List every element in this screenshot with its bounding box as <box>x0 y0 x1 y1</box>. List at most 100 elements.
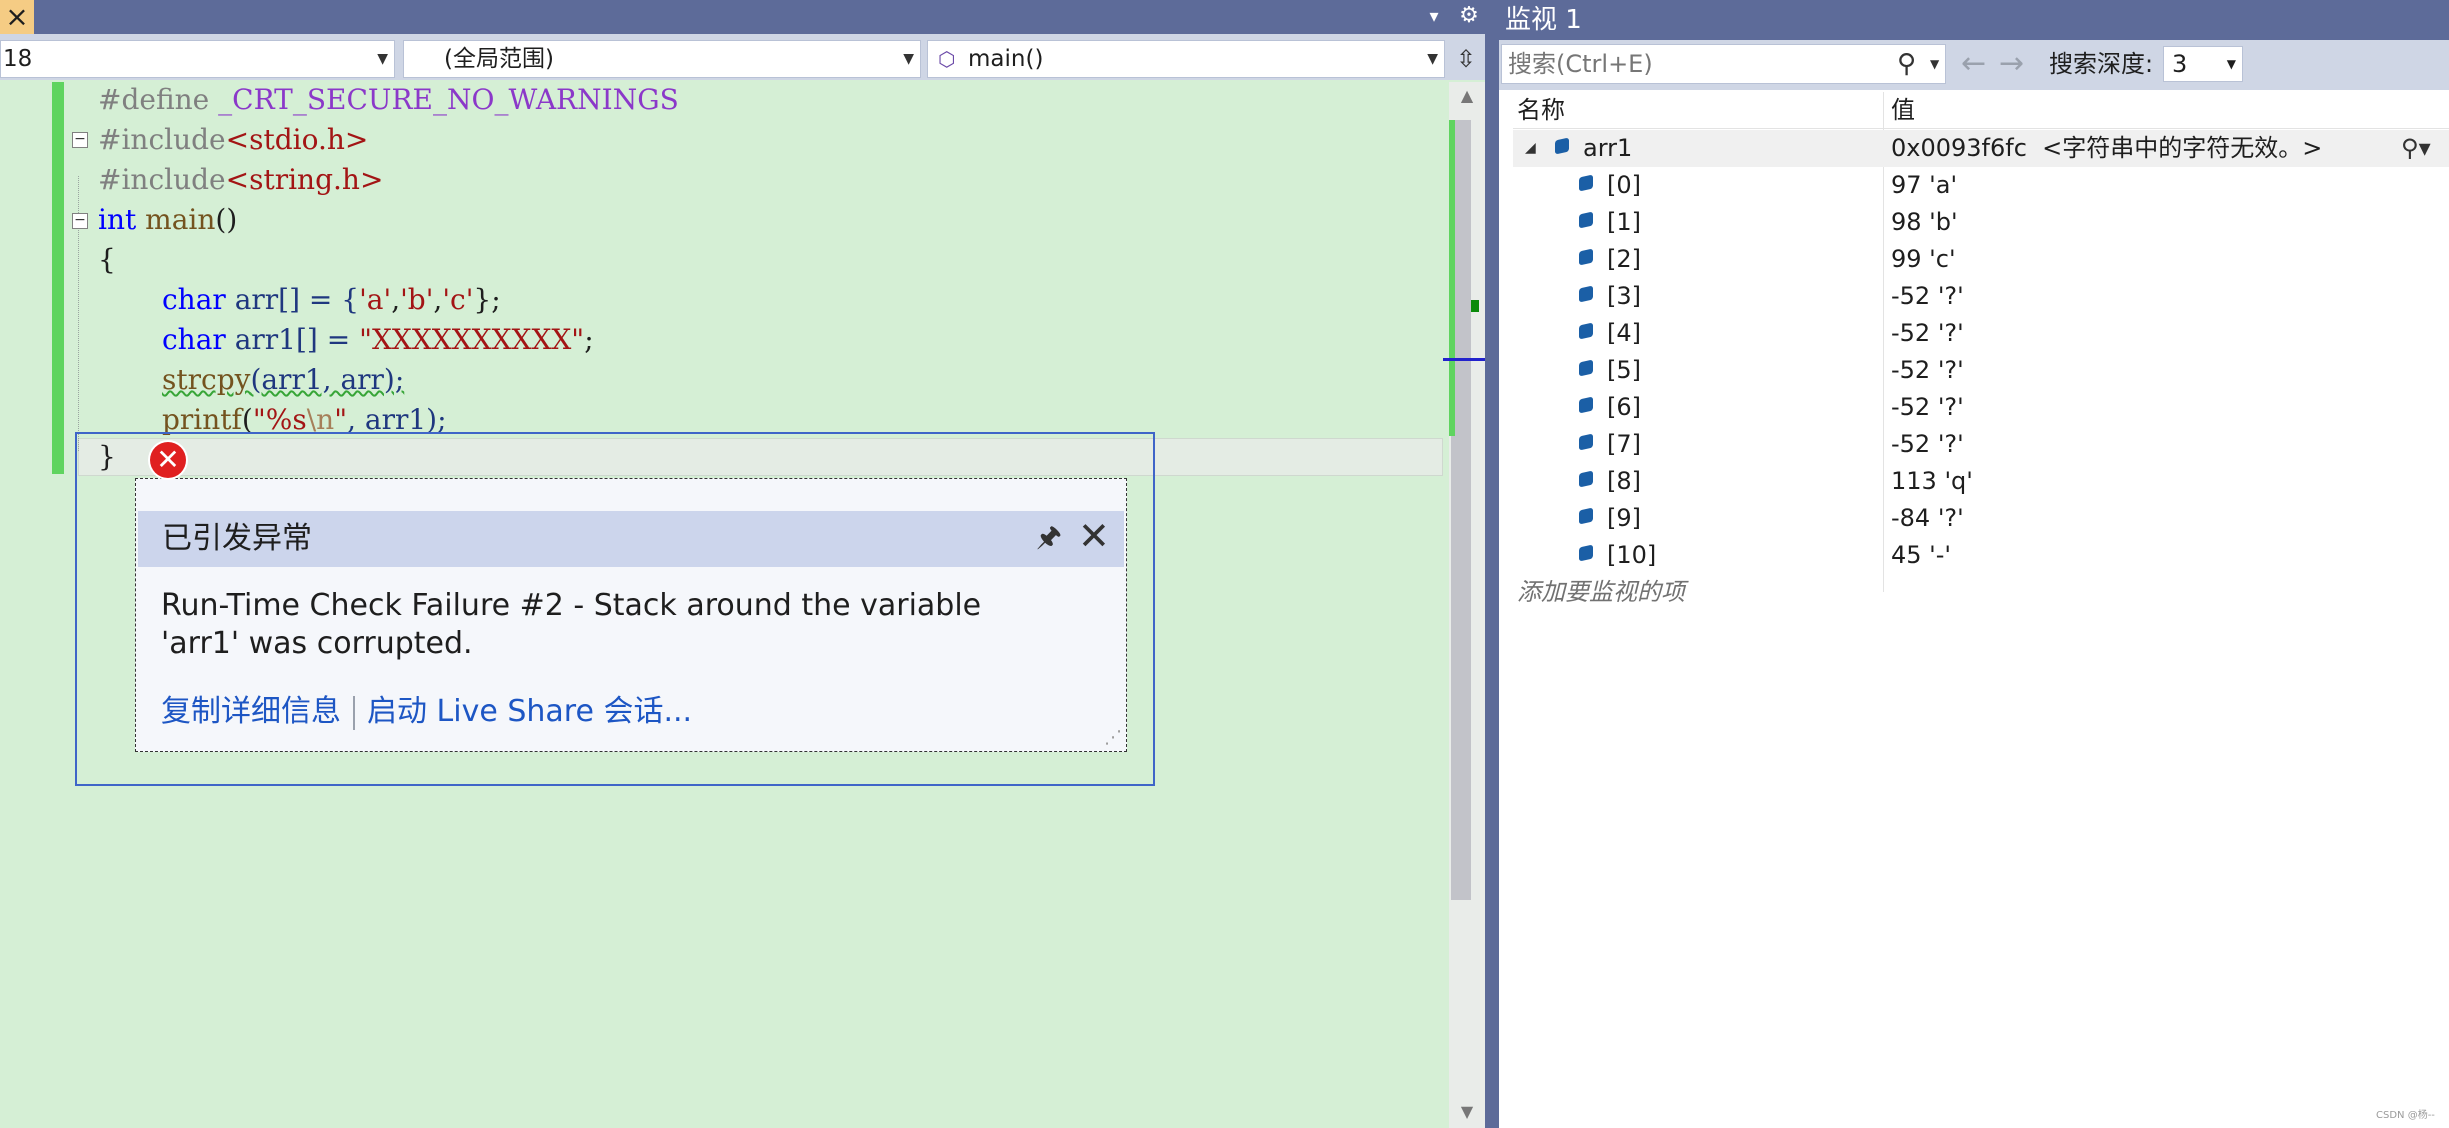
code-line-4: int main() <box>98 203 238 236</box>
watch-item-value: -52 '?' <box>1891 430 1964 458</box>
watch-item-name: [8] <box>1607 467 1641 495</box>
inspect-magnifier-icon[interactable]: ⚲▾ <box>2401 130 2431 167</box>
array-element-icon <box>1579 507 1593 525</box>
scope-combo[interactable]: (全局范围) ▼ <box>403 40 921 78</box>
chevron-down-icon: ▼ <box>903 51 914 67</box>
code-line-5: { <box>98 243 116 276</box>
watch-row[interactable]: [2] 99 'c' <box>1513 241 2449 278</box>
panel-splitter[interactable] <box>1485 0 1499 1128</box>
watch-item-name: [0] <box>1607 171 1641 199</box>
array-element-icon <box>1579 433 1593 451</box>
watch-row[interactable]: [10] 45 '-' <box>1513 537 2449 574</box>
watch-item-name: [9] <box>1607 504 1641 532</box>
watch-item-value: -52 '?' <box>1891 356 1964 384</box>
watch-row[interactable]: [1] 98 'b' <box>1513 204 2449 241</box>
array-element-icon <box>1579 544 1593 562</box>
array-element-icon <box>1579 359 1593 377</box>
watch-item-value: 99 'c' <box>1891 245 1956 273</box>
array-element-icon <box>1579 396 1593 414</box>
array-element-icon <box>1579 285 1593 303</box>
code-line-3: #include<string.h> <box>98 163 384 196</box>
live-share-link[interactable]: 启动 Live Share 会话... <box>367 694 692 729</box>
split-window-icon[interactable]: ⇳ <box>1451 40 1481 78</box>
watch-item-value: -52 '?' <box>1891 393 1964 421</box>
watch-search-input[interactable]: 搜索(Ctrl+E) ⚲ ▼ <box>1501 44 1946 84</box>
add-watch-item[interactable]: 添加要监视的项 <box>1517 574 1685 611</box>
scroll-change-marker <box>1449 120 1455 436</box>
watch-row[interactable]: [4] -52 '?' <box>1513 315 2449 352</box>
watch-item-name: [4] <box>1607 319 1641 347</box>
watch-row[interactable]: [8] 113 'q' <box>1513 463 2449 500</box>
watch-item-name: [1] <box>1607 208 1641 236</box>
watch-row-root[interactable]: ◢ arr1 0x0093f6fc <字符串中的字符无效。> ⚲▾ <box>1513 130 2449 167</box>
code-line-8: strcpy(arr1, arr); <box>162 363 405 396</box>
array-element-icon <box>1579 470 1593 488</box>
watch-item-value: -52 '?' <box>1891 282 1964 310</box>
project-combo[interactable]: 18 ▼ <box>0 40 395 78</box>
collapse-main-icon[interactable]: − <box>72 213 88 229</box>
watch-item-name: [7] <box>1607 430 1641 458</box>
scroll-down-icon[interactable]: ▼ <box>1449 1102 1485 1126</box>
watch-grid-header: 名称 值 <box>1513 92 2449 129</box>
copy-details-link[interactable]: 复制详细信息 <box>161 694 341 729</box>
resize-grip-icon[interactable]: ⋰ <box>1104 729 1122 747</box>
exception-title: 已引发异常 <box>162 521 312 556</box>
watch-row[interactable]: [7] -52 '?' <box>1513 426 2449 463</box>
watch-title: 监视 1 <box>1505 5 1582 35</box>
code-line-6: char arr[] = {'a','b','c'}; <box>162 283 501 316</box>
chevron-down-icon: ▼ <box>2226 57 2236 71</box>
chevron-down-icon: ▼ <box>377 51 388 67</box>
close-document-icon[interactable]: × <box>0 0 34 34</box>
chevron-down-icon[interactable]: ▼ <box>1930 45 1939 83</box>
search-depth-select[interactable]: 3 ▼ <box>2163 46 2243 82</box>
function-combo-value: main() <box>968 46 1044 72</box>
link-separator <box>353 695 355 730</box>
collapse-arrow-icon[interactable]: ◢ <box>1525 130 1536 167</box>
vertical-scrollbar[interactable]: ▲ ▼ <box>1443 82 1485 1128</box>
chevron-down-icon: ▼ <box>1427 51 1438 67</box>
watch-item-value: 113 'q' <box>1891 467 1973 495</box>
watermark: CSDN @杨-- <box>2376 1110 2435 1121</box>
function-combo[interactable]: ⬡ main() ▼ <box>927 40 1445 78</box>
pin-icon[interactable]: 🖈 <box>1036 519 1062 555</box>
watch-root-name: arr1 <box>1583 134 1633 162</box>
column-header-value[interactable]: 值 <box>1891 92 1915 128</box>
exception-header: 已引发异常 🖈 ✕ <box>138 511 1124 567</box>
array-element-icon <box>1579 211 1593 229</box>
code-line-7: char arr1[] = "XXXXXXXXXX"; <box>162 323 594 356</box>
watch-item-value: 97 'a' <box>1891 171 1958 199</box>
error-icon: ✕ <box>150 442 186 478</box>
watch-row[interactable]: [0] 97 'a' <box>1513 167 2449 204</box>
watch-item-name: [3] <box>1607 282 1641 310</box>
variable-icon <box>1555 137 1569 155</box>
settings-gear-icon[interactable]: ⚙ <box>1455 0 1483 34</box>
exception-popup: 已引发异常 🖈 ✕ Run-Time Check Failure #2 - St… <box>135 478 1127 752</box>
search-forward-icon[interactable]: → <box>1999 44 2024 84</box>
exception-actions: 复制详细信息 启动 Live Share 会话... <box>161 693 692 731</box>
close-icon[interactable]: ✕ <box>1078 517 1110 555</box>
watch-root-value: 0x0093f6fc <字符串中的字符无效。> <box>1891 134 2323 162</box>
scroll-caret-marker <box>1443 358 1485 361</box>
watch-item-value: 98 'b' <box>1891 208 1958 236</box>
watch-row[interactable]: [3] -52 '?' <box>1513 278 2449 315</box>
watch-toolbar: 搜索(Ctrl+E) ⚲ ▼ ← → 搜索深度: 3 ▼ <box>1499 40 2449 90</box>
change-tracking-bar <box>52 82 64 474</box>
search-back-icon[interactable]: ← <box>1961 44 1986 84</box>
watch-item-name: [10] <box>1607 541 1657 569</box>
array-element-icon <box>1579 248 1593 266</box>
column-header-name[interactable]: 名称 <box>1517 92 1565 128</box>
collapse-include-icon[interactable]: − <box>72 132 88 148</box>
watch-titlebar: 监视 1 <box>1499 0 2449 40</box>
code-line-2: #include<stdio.h> <box>98 123 369 156</box>
function-cube-icon: ⬡ <box>938 47 956 71</box>
code-line-1: #define _CRT_SECURE_NO_WARNINGS <box>98 83 679 116</box>
watch-row[interactable]: [5] -52 '?' <box>1513 352 2449 389</box>
watch-row[interactable]: [9] -84 '?' <box>1513 500 2449 537</box>
watch-row[interactable]: [6] -52 '?' <box>1513 389 2449 426</box>
watch-item-name: [5] <box>1607 356 1641 384</box>
scroll-up-icon[interactable]: ▲ <box>1449 86 1485 110</box>
tab-list-dropdown-icon[interactable]: ▾ <box>1420 0 1448 34</box>
exception-message: Run-Time Check Failure #2 - Stack around… <box>161 588 982 661</box>
search-icon[interactable]: ⚲ <box>1897 45 1916 83</box>
code-editor[interactable]: × ▾ ⚙ 18 ▼ (全局范围) ▼ ⬡ main() ▼ ⇳ − − #de… <box>0 0 1485 1128</box>
